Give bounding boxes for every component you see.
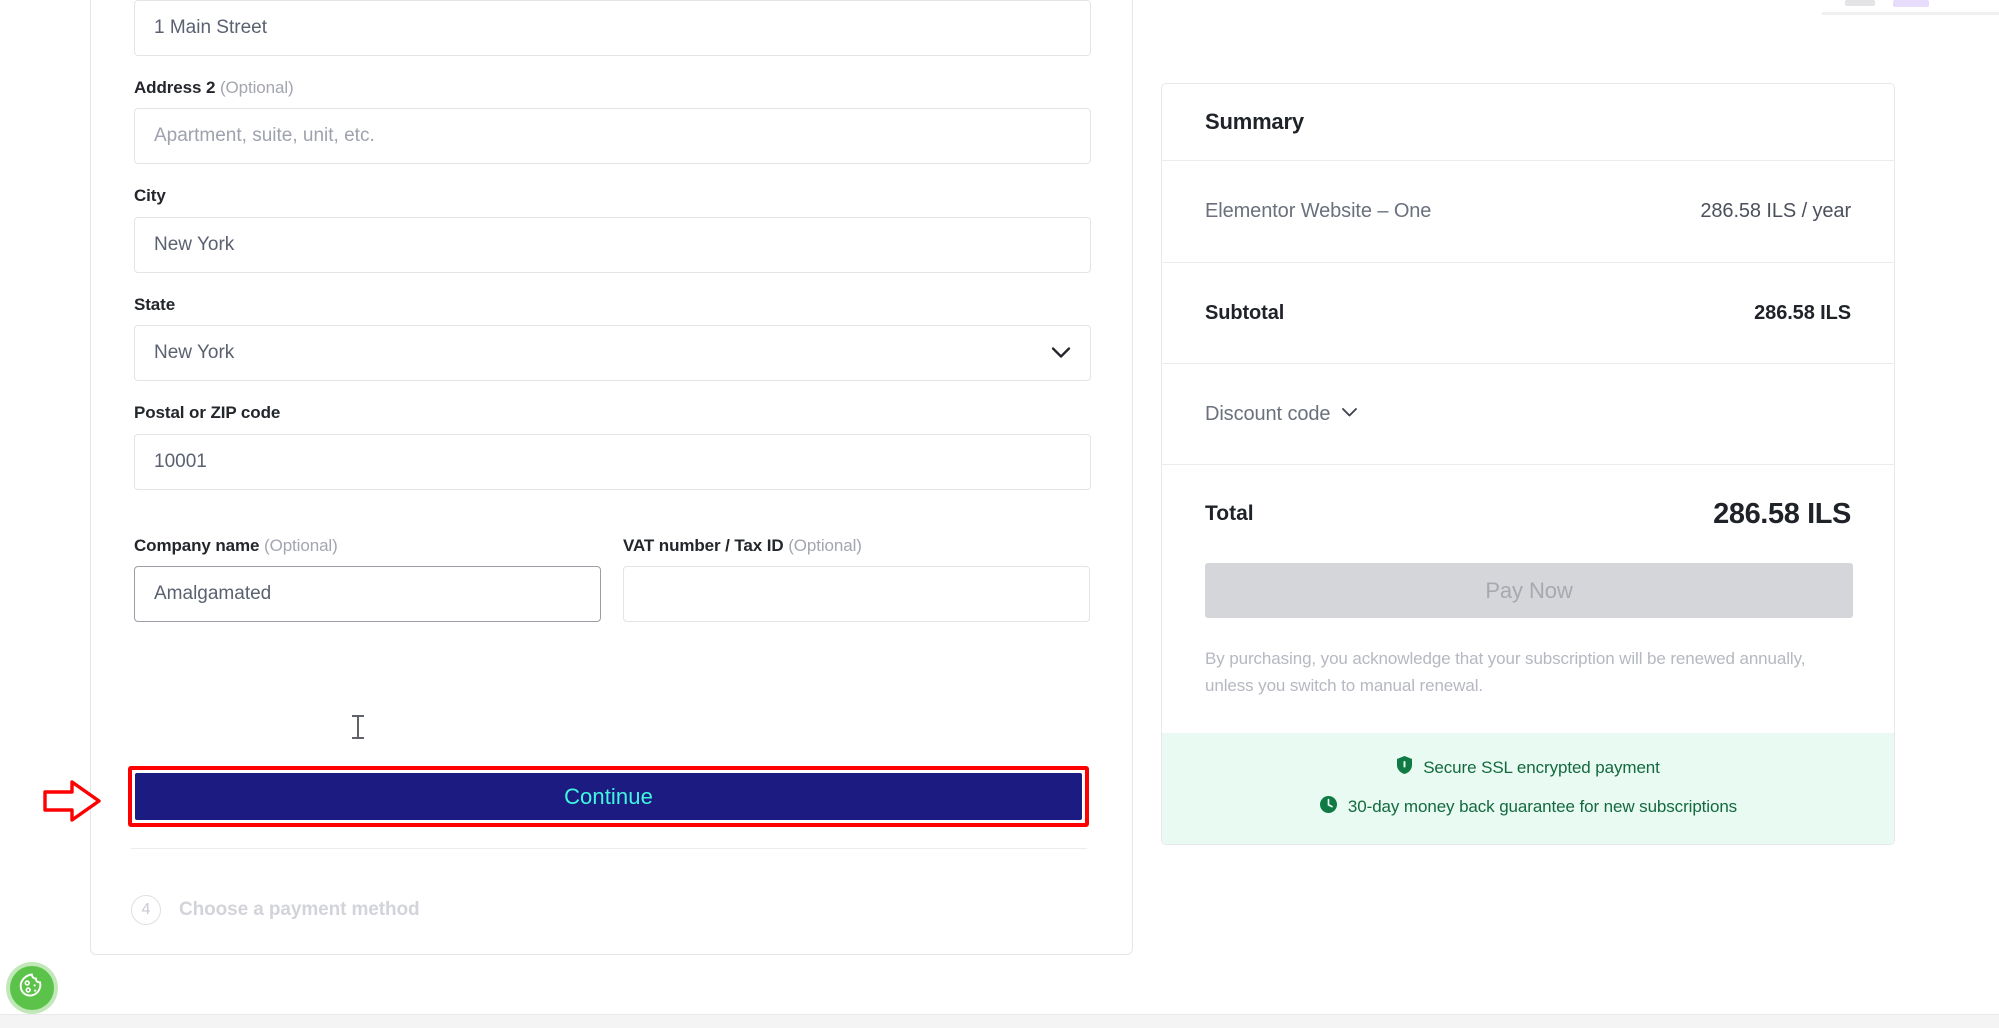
vat-input[interactable]	[623, 565, 1090, 622]
top-chrome-chip-right	[1893, 0, 1929, 7]
total-row: Total 286.58 ILS	[1205, 465, 1851, 563]
trust-text-ssl: Secure SSL encrypted payment	[1423, 757, 1660, 777]
company-vat-row: Company name (Optional) Amalgamated VAT …	[134, 536, 1091, 622]
address2-optional-text: (Optional)	[219, 78, 294, 97]
top-chrome-rule	[1822, 12, 1999, 15]
address1-field-block: 1 Main Street	[134, 0, 1091, 56]
right-arrow-annotation-icon	[42, 778, 104, 829]
order-summary-card: Summary Elementor Website – One 286.58 I…	[1161, 83, 1895, 846]
trust-text-guarantee: 30-day money back guarantee for new subs…	[1347, 797, 1738, 817]
text-cursor-icon	[352, 714, 364, 740]
total-label: Total	[1205, 502, 1254, 525]
subtotal-label: Subtotal	[1205, 301, 1285, 324]
cookie-settings-button[interactable]	[10, 966, 54, 1010]
pay-now-button[interactable]: Pay Now	[1205, 563, 1853, 618]
summary-line-item: Elementor Website – One 286.58 ILS / yea…	[1205, 161, 1851, 262]
cookie-icon	[18, 972, 46, 1005]
company-label-text: Company name	[134, 535, 260, 555]
company-input[interactable]: Amalgamated	[134, 565, 601, 622]
discount-code-label: Discount code	[1205, 402, 1331, 425]
trust-row-ssl: Secure SSL encrypted payment	[1162, 755, 1894, 780]
renewal-disclaimer: By purchasing, you acknowledge that your…	[1205, 649, 1806, 696]
company-field-block: Company name (Optional) Amalgamated	[134, 536, 601, 622]
clock-icon	[1319, 795, 1338, 819]
address2-field-block: Address 2 (Optional) Apartment, suite, u…	[134, 78, 1091, 165]
step-4-number-badge: 4	[131, 895, 161, 925]
address1-input[interactable]: 1 Main Street	[134, 0, 1091, 56]
total-block: Total 286.58 ILS	[1162, 465, 1894, 563]
summary-subtotal-section: Subtotal 286.58 ILS	[1162, 263, 1894, 364]
state-select[interactable]: New York	[134, 325, 1091, 382]
address2-label-text: Address 2	[134, 78, 216, 97]
vat-optional-text: (Optional)	[788, 535, 862, 555]
company-label: Company name (Optional)	[134, 536, 601, 556]
top-chrome-chip-left	[1845, 0, 1875, 6]
vat-field-block: VAT number / Tax ID (Optional)	[623, 536, 1090, 622]
total-value: 286.58 ILS	[1713, 497, 1851, 530]
summary-item-name: Elementor Website – One	[1205, 200, 1432, 222]
city-field-block: City New York	[134, 186, 1091, 273]
summary-subtotal-row: Subtotal 286.58 ILS	[1205, 263, 1851, 363]
vat-label: VAT number / Tax ID (Optional)	[623, 536, 1090, 556]
address2-input[interactable]: Apartment, suite, unit, etc.	[134, 108, 1091, 165]
company-optional-text: (Optional)	[264, 535, 338, 555]
trust-row-guarantee: 30-day money back guarantee for new subs…	[1162, 795, 1894, 819]
summary-discount-section: Discount code	[1162, 364, 1894, 465]
city-label: City	[134, 186, 166, 206]
step-4-row[interactable]: 4 Choose a payment method	[131, 895, 420, 925]
step-4-label: Choose a payment method	[179, 899, 420, 920]
page-bottom-edge	[0, 1014, 1999, 1028]
billing-form-fields: 1 Main Street Address 2 (Optional) Apart…	[134, 0, 1091, 622]
trust-badges-band: Secure SSL encrypted payment 30-day mone…	[1162, 733, 1894, 845]
discount-code-toggle[interactable]: Discount code	[1205, 364, 1851, 464]
postal-input[interactable]: 10001	[134, 433, 1091, 490]
summary-total-section: Total 286.58 ILS Pay Now By purchasing, …	[1162, 465, 1894, 733]
state-label: State	[134, 294, 176, 314]
summary-header-section: Summary	[1162, 84, 1894, 161]
state-field-block: State New York	[134, 294, 1091, 382]
state-select-wrap: New York	[134, 325, 1091, 382]
summary-item-section: Elementor Website – One 286.58 ILS / yea…	[1162, 161, 1894, 263]
postal-field-block: Postal or ZIP code 10001	[134, 403, 1091, 490]
summary-title: Summary	[1205, 109, 1304, 134]
vat-label-text: VAT number / Tax ID	[623, 535, 784, 555]
subtotal-value: 286.58 ILS	[1754, 301, 1851, 324]
summary-item-price: 286.58 ILS / year	[1700, 200, 1851, 222]
city-input[interactable]: New York	[134, 216, 1091, 273]
postal-label: Postal or ZIP code	[134, 403, 281, 423]
continue-button[interactable]: Continue	[135, 773, 1082, 820]
chevron-down-icon	[1341, 405, 1358, 423]
shield-icon	[1396, 755, 1413, 780]
address2-label: Address 2 (Optional)	[134, 78, 1091, 98]
form-section-divider	[131, 848, 1087, 849]
